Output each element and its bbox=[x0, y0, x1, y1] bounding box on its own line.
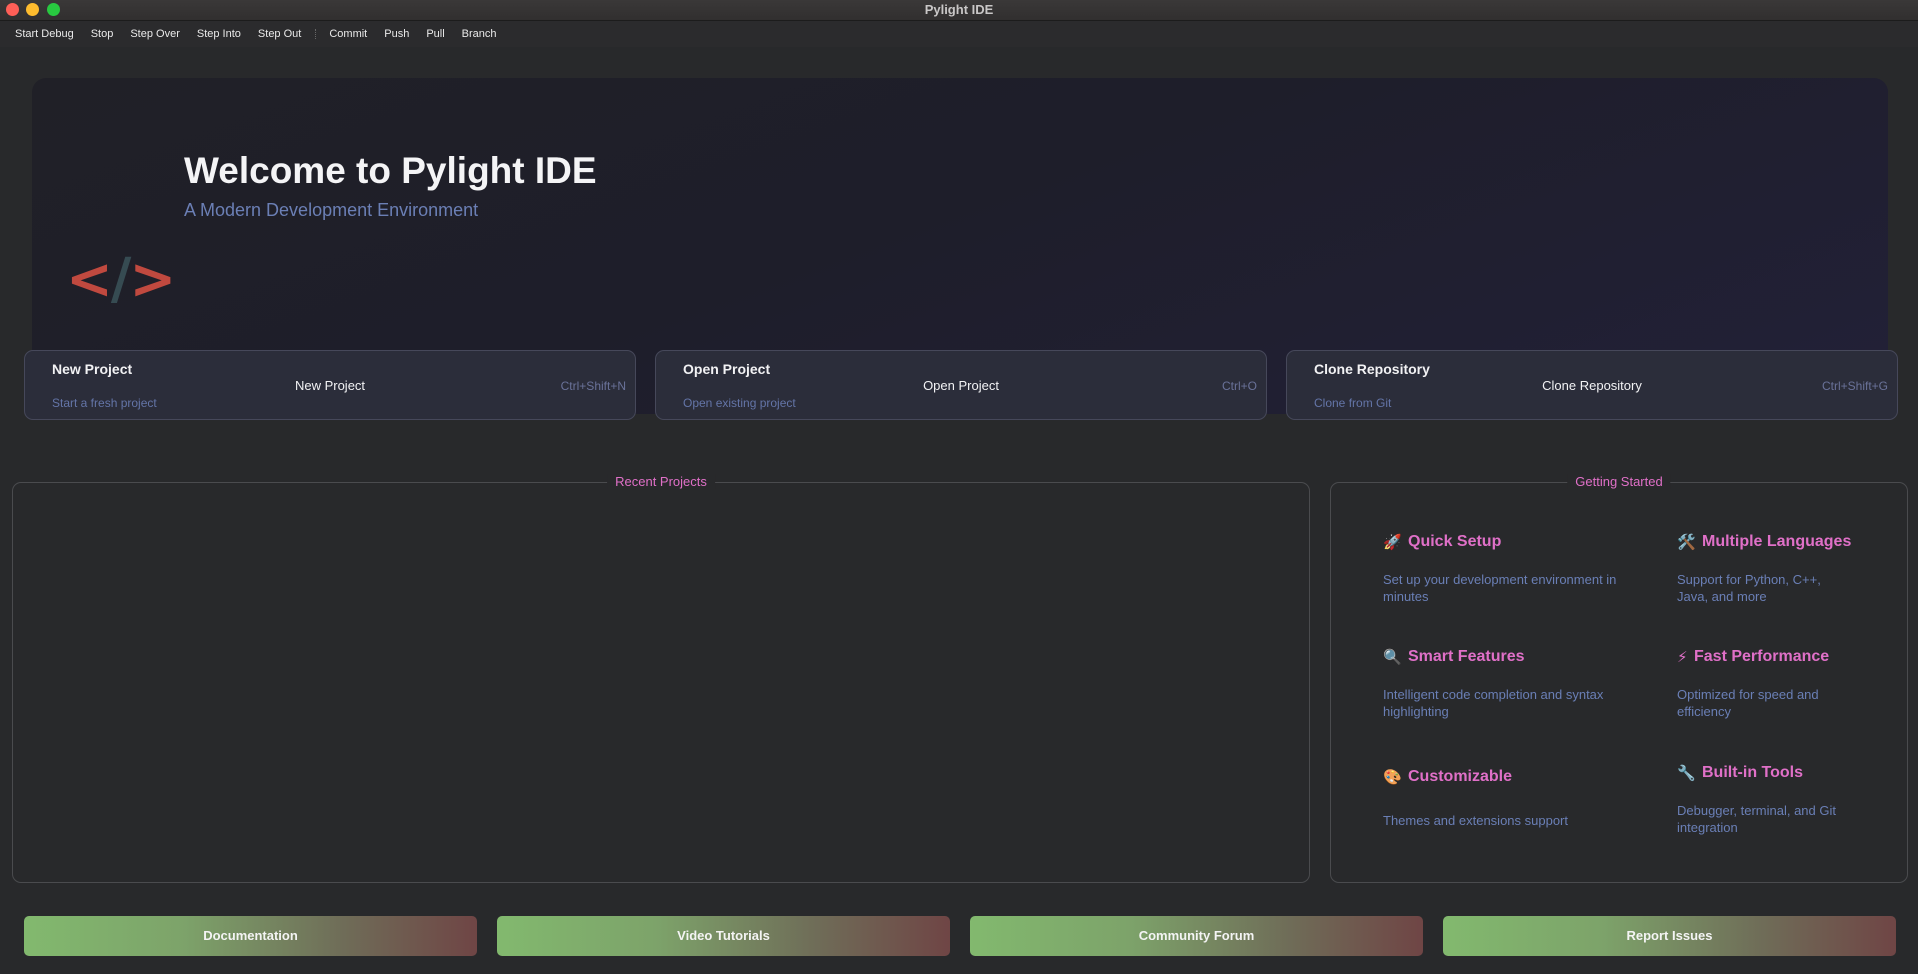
pull-button[interactable]: Pull bbox=[419, 25, 451, 43]
step-out-button[interactable]: Step Out bbox=[251, 25, 308, 43]
new-project-button-label: New Project bbox=[294, 378, 366, 393]
new-project-shortcut: Ctrl+Shift+N bbox=[560, 379, 626, 393]
feature-description: Debugger, terminal, and Git integration bbox=[1677, 803, 1836, 835]
magnifier-icon: 🔍 bbox=[1383, 649, 1402, 666]
feature-title: Multiple Languages bbox=[1702, 533, 1852, 550]
clone-repository-shortcut: Ctrl+Shift+G bbox=[1821, 379, 1888, 393]
getting-started-panel: Getting Started 🚀 Quick Setup Set up you… bbox=[1330, 474, 1908, 883]
title-bar: Pylight IDE bbox=[0, 0, 1918, 21]
feature-customizable: 🎨 Customizable Themes and extensions sup… bbox=[1383, 768, 1633, 829]
recent-projects-panel: Recent Projects bbox=[12, 474, 1310, 883]
toolbar: Start Debug Stop Step Over Step Into Ste… bbox=[0, 21, 1918, 47]
feature-description: Support for Python, C++, Java, and more bbox=[1677, 572, 1821, 604]
clone-repository-title: Clone Repository bbox=[1314, 361, 1430, 377]
feature-title: Fast Performance bbox=[1694, 648, 1830, 665]
open-project-button-label: Open Project bbox=[923, 378, 999, 393]
open-project-description: Open existing project bbox=[683, 396, 796, 410]
documentation-button[interactable]: Documentation bbox=[24, 916, 477, 956]
community-forum-button[interactable]: Community Forum bbox=[970, 916, 1423, 956]
wrench-icon: 🔧 bbox=[1677, 765, 1696, 782]
clone-repository-description: Clone from Git bbox=[1314, 396, 1392, 410]
feature-description: Set up your development environment in m… bbox=[1383, 572, 1617, 604]
start-debug-button[interactable]: Start Debug bbox=[8, 25, 81, 43]
tools-icon: 🛠️ bbox=[1677, 534, 1696, 551]
feature-title: Quick Setup bbox=[1408, 533, 1502, 550]
report-issues-button[interactable]: Report Issues bbox=[1443, 916, 1896, 956]
feature-title: Customizable bbox=[1408, 768, 1513, 785]
feature-fast-performance: ⚡ Fast Performance Optimized for speed a… bbox=[1677, 648, 1877, 720]
step-over-button[interactable]: Step Over bbox=[123, 25, 187, 43]
commit-button[interactable]: Commit bbox=[322, 25, 374, 43]
lightning-icon: ⚡ bbox=[1677, 649, 1688, 666]
push-button[interactable]: Push bbox=[377, 25, 416, 43]
feature-description: Optimized for speed and efficiency bbox=[1677, 687, 1819, 719]
palette-icon: 🎨 bbox=[1383, 769, 1402, 786]
code-logo-icon: </> bbox=[66, 247, 176, 312]
clone-repository-card[interactable]: Clone Repository Clone from Git Clone Re… bbox=[1286, 350, 1898, 420]
stop-debug-button[interactable]: Stop bbox=[84, 25, 121, 43]
open-project-card[interactable]: Open Project Open existing project Open … bbox=[655, 350, 1267, 420]
rocket-icon: 🚀 bbox=[1383, 534, 1402, 551]
open-project-shortcut: Ctrl+O bbox=[1221, 379, 1257, 393]
feature-built-in-tools: 🔧 Built-in Tools Debugger, terminal, and… bbox=[1677, 764, 1877, 836]
welcome-title: Welcome to Pylight IDE bbox=[184, 150, 597, 191]
open-project-title: Open Project bbox=[683, 361, 771, 377]
feature-title: Built-in Tools bbox=[1702, 764, 1804, 781]
branch-button[interactable]: Branch bbox=[455, 25, 504, 43]
welcome-subtitle: A Modern Development Environment bbox=[184, 200, 479, 220]
clone-repository-button-label: Clone Repository bbox=[1542, 378, 1642, 393]
recent-projects-title: Recent Projects bbox=[607, 474, 715, 489]
window-title: Pylight IDE bbox=[924, 2, 994, 17]
feature-smart-features: 🔍 Smart Features Intelligent code comple… bbox=[1383, 648, 1633, 720]
feature-description: Intelligent code completion and syntax h… bbox=[1383, 687, 1604, 719]
video-tutorials-button[interactable]: Video Tutorials bbox=[497, 916, 950, 956]
feature-quick-setup: 🚀 Quick Setup Set up your development en… bbox=[1383, 533, 1633, 605]
feature-description: Themes and extensions support bbox=[1383, 813, 1568, 828]
toolbar-separator bbox=[315, 29, 317, 39]
step-into-button[interactable]: Step Into bbox=[190, 25, 248, 43]
feature-multiple-languages: 🛠️ Multiple Languages Support for Python… bbox=[1677, 533, 1877, 605]
new-project-card[interactable]: New Project Start a fresh project New Pr… bbox=[24, 350, 636, 420]
getting-started-title: Getting Started bbox=[1567, 474, 1671, 489]
new-project-title: New Project bbox=[52, 361, 133, 377]
new-project-description: Start a fresh project bbox=[52, 396, 157, 410]
feature-title: Smart Features bbox=[1408, 648, 1525, 665]
